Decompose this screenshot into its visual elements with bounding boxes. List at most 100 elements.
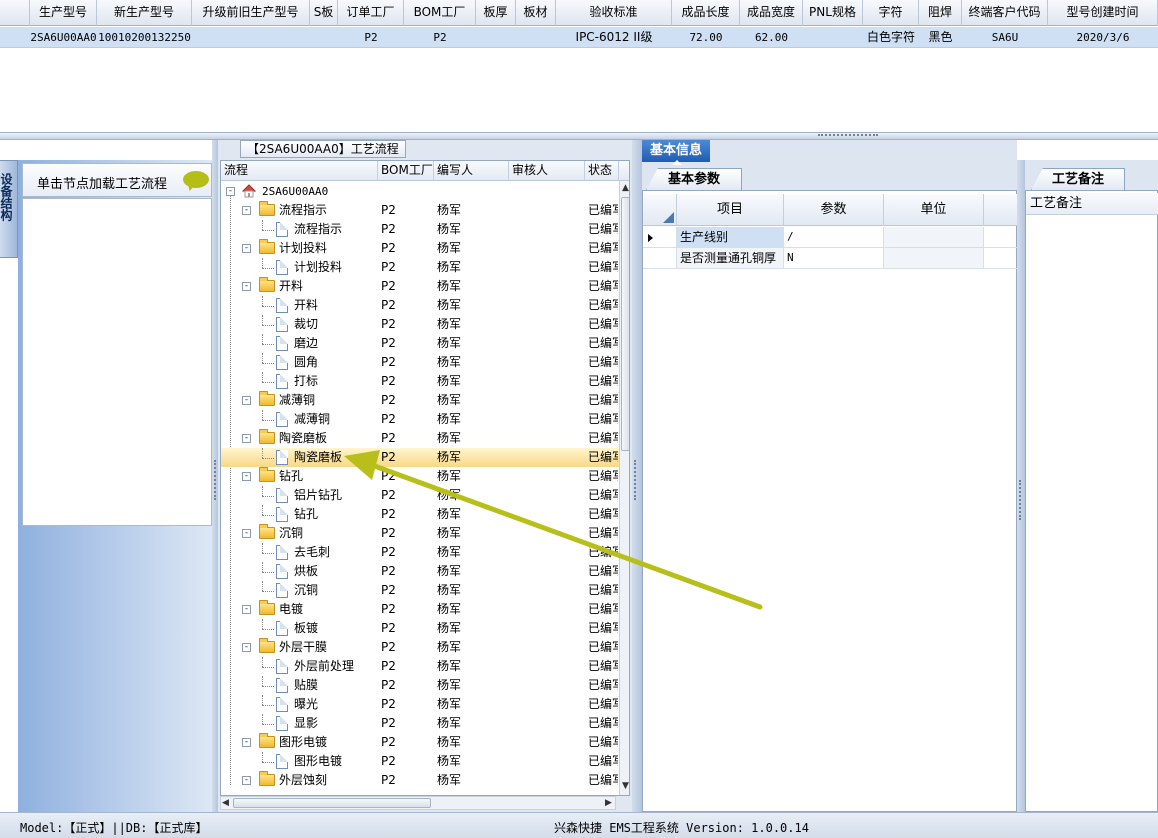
tree-process-group[interactable]: - 图形电镀 P2 杨军 已编写 bbox=[221, 733, 619, 752]
process-tree-column-header[interactable]: 流程 bbox=[221, 161, 378, 181]
collapse-toggle-icon[interactable]: - bbox=[242, 206, 251, 215]
model-grid-column-header[interactable]: 验收标准 bbox=[556, 0, 672, 26]
tree-process-group[interactable]: - 外层干膜 P2 杨军 已编写 bbox=[221, 638, 619, 657]
model-grid-column-header[interactable]: 生产型号 bbox=[30, 0, 97, 26]
model-grid-column-header[interactable]: PNL规格 bbox=[803, 0, 863, 26]
tree-process-step[interactable]: 曝光 P2 杨军 已编写 bbox=[221, 695, 619, 714]
params-col-param[interactable]: 参数 bbox=[784, 194, 884, 226]
model-grid-cell[interactable]: 10010200132250 bbox=[97, 27, 192, 48]
tree-process-step[interactable]: 打标 P2 杨军 已编写 bbox=[221, 372, 619, 391]
right-splitter[interactable] bbox=[1017, 160, 1025, 812]
scroll-up-icon[interactable]: ▲ bbox=[622, 183, 629, 193]
collapse-toggle-icon[interactable]: - bbox=[242, 738, 251, 747]
model-grid-column-header[interactable]: 订单工厂 bbox=[338, 0, 404, 26]
model-grid-column-header[interactable]: 型号创建时间 bbox=[1048, 0, 1158, 26]
tab-process-remark[interactable]: 工艺备注 bbox=[1031, 168, 1125, 190]
tree-process-group[interactable]: - 钻孔 P2 杨军 已编写 bbox=[221, 467, 619, 486]
tree-horizontal-scrollbar[interactable]: ◀ ▶ bbox=[220, 796, 616, 810]
scroll-down-icon[interactable]: ▼ bbox=[622, 781, 629, 791]
collapse-toggle-icon[interactable]: - bbox=[242, 396, 251, 405]
scroll-left-icon[interactable]: ◀ bbox=[222, 798, 229, 808]
collapse-toggle-icon[interactable]: - bbox=[242, 529, 251, 538]
model-grid-cell[interactable]: 2020/3/6 bbox=[1048, 27, 1158, 48]
params-col-unit[interactable]: 单位 bbox=[884, 194, 984, 226]
tree-process-step[interactable]: 沉铜 P2 杨军 已编写 bbox=[221, 581, 619, 600]
model-grid-cell[interactable]: 白色字符 bbox=[863, 27, 919, 48]
param-item-cell[interactable]: 是否测量通孔铜厚 bbox=[677, 248, 784, 268]
model-grid-column-header[interactable]: 字符 bbox=[863, 0, 919, 26]
process-tree-column-header[interactable]: 状态 bbox=[585, 161, 619, 181]
load-hint-header[interactable]: 单击节点加载工艺流程 bbox=[22, 163, 212, 197]
collapse-toggle-icon[interactable]: - bbox=[242, 434, 251, 443]
model-grid-cell[interactable] bbox=[803, 27, 863, 48]
params-row-indicator[interactable] bbox=[643, 248, 677, 268]
tree-process-step[interactable]: 铝片钻孔 P2 杨军 已编写 bbox=[221, 486, 619, 505]
collapse-toggle-icon[interactable]: - bbox=[242, 282, 251, 291]
model-grid-cell[interactable]: 2SA6U00AA0 bbox=[30, 27, 97, 48]
model-grid-column-header[interactable]: 成品宽度 bbox=[740, 0, 803, 26]
tree-process-group[interactable]: - 流程指示 P2 杨军 已编写 bbox=[221, 201, 619, 220]
tree-process-group[interactable]: - 计划投料 P2 杨军 已编写 bbox=[221, 239, 619, 258]
tree-process-group[interactable]: - 陶瓷磨板 P2 杨军 已编写 bbox=[221, 429, 619, 448]
model-grid-column-header[interactable]: 阻焊 bbox=[919, 0, 962, 26]
collapse-toggle-icon[interactable]: - bbox=[242, 643, 251, 652]
param-item-cell[interactable]: 生产线别 bbox=[677, 227, 784, 247]
equipment-structure-tab[interactable]: 设备结构 bbox=[0, 160, 18, 258]
model-grid-cell[interactable]: 黑色 bbox=[919, 27, 962, 48]
tree-process-step[interactable]: 陶瓷磨板 P2 杨军 已编写 bbox=[221, 448, 619, 467]
tree-process-group[interactable]: - 减薄铜 P2 杨军 已编写 bbox=[221, 391, 619, 410]
param-value-cell[interactable]: N bbox=[784, 248, 884, 268]
model-grid-cell[interactable] bbox=[516, 27, 556, 48]
collapse-toggle-icon[interactable]: - bbox=[226, 187, 235, 196]
tree-process-step[interactable]: 计划投料 P2 杨军 已编写 bbox=[221, 258, 619, 277]
tree-process-step[interactable]: 板镀 P2 杨军 已编写 bbox=[221, 619, 619, 638]
collapse-toggle-icon[interactable]: - bbox=[242, 244, 251, 253]
tree-process-step[interactable]: 外层前处理 P2 杨军 已编写 bbox=[221, 657, 619, 676]
params-row-indicator[interactable] bbox=[643, 227, 677, 247]
model-grid-cell[interactable] bbox=[310, 27, 338, 48]
middle-splitter[interactable] bbox=[632, 140, 642, 812]
params-col-item[interactable]: 项目 bbox=[677, 194, 784, 226]
tree-process-step[interactable]: 图形电镀 P2 杨军 已编写 bbox=[221, 752, 619, 771]
process-remark-body[interactable]: 工艺备注 bbox=[1025, 190, 1158, 812]
scroll-right-icon[interactable]: ▶ bbox=[605, 798, 612, 808]
model-grid-cell[interactable] bbox=[192, 27, 310, 48]
collapse-toggle-icon[interactable]: - bbox=[242, 605, 251, 614]
tree-process-group[interactable]: - 开料 P2 杨军 已编写 bbox=[221, 277, 619, 296]
tree-vertical-scrollbar[interactable]: ▲ ▼ bbox=[619, 181, 629, 795]
params-row[interactable]: 是否测量通孔铜厚 N bbox=[643, 248, 1018, 269]
tree-process-step[interactable]: 显影 P2 杨军 已编写 bbox=[221, 714, 619, 733]
model-grid-column-header[interactable]: 板材 bbox=[516, 0, 556, 26]
param-value-cell[interactable]: / bbox=[784, 227, 884, 247]
tree-process-step[interactable]: 去毛刺 P2 杨军 已编写 bbox=[221, 543, 619, 562]
model-grid-cell[interactable]: 72.00 bbox=[672, 27, 740, 48]
model-grid-column-header[interactable]: 成品长度 bbox=[672, 0, 740, 26]
model-grid-cell[interactable]: P2 bbox=[338, 27, 404, 48]
model-grid-column-header[interactable]: BOM工厂 bbox=[404, 0, 476, 26]
param-unit-cell[interactable] bbox=[884, 248, 984, 268]
model-grid-column-header[interactable]: S板 bbox=[310, 0, 338, 26]
tree-process-group[interactable]: - 电镀 P2 杨军 已编写 bbox=[221, 600, 619, 619]
model-grid-cell[interactable]: P2 bbox=[404, 27, 476, 48]
params-row[interactable]: 生产线别 / bbox=[643, 227, 1018, 248]
tree-process-group[interactable]: - 沉铜 P2 杨军 已编写 bbox=[221, 524, 619, 543]
tree-process-step[interactable]: 圆角 P2 杨军 已编写 bbox=[221, 353, 619, 372]
model-grid-cell[interactable]: IPC-6012 II级 bbox=[556, 27, 672, 48]
tree-process-step[interactable]: 流程指示 P2 杨军 已编写 bbox=[221, 220, 619, 239]
horizontal-splitter[interactable] bbox=[0, 132, 1158, 140]
vertical-scroll-thumb[interactable] bbox=[621, 197, 629, 451]
process-tree-column-header[interactable]: 审核人 bbox=[509, 161, 585, 181]
process-tree-column-header[interactable]: BOM工厂 bbox=[378, 161, 434, 181]
collapse-toggle-icon[interactable]: - bbox=[242, 776, 251, 785]
horizontal-scroll-thumb[interactable] bbox=[233, 798, 431, 808]
tab-basic-params[interactable]: 基本参数 bbox=[646, 168, 742, 190]
collapse-toggle-icon[interactable]: - bbox=[242, 472, 251, 481]
model-grid-row[interactable]: 2SA6U00AA0 10010200132250 P2 P2 IPC-6012 II级… bbox=[0, 27, 1158, 48]
model-grid-cell[interactable]: SA6U bbox=[962, 27, 1048, 48]
tree-process-step[interactable]: 钻孔 P2 杨军 已编写 bbox=[221, 505, 619, 524]
tree-process-step[interactable]: 磨边 P2 杨军 已编写 bbox=[221, 334, 619, 353]
model-grid-cell[interactable] bbox=[476, 27, 516, 48]
tree-process-step[interactable]: 减薄铜 P2 杨军 已编写 bbox=[221, 410, 619, 429]
model-grid-column-header[interactable]: 板厚 bbox=[476, 0, 516, 26]
tree-process-step[interactable]: 裁切 P2 杨军 已编写 bbox=[221, 315, 619, 334]
